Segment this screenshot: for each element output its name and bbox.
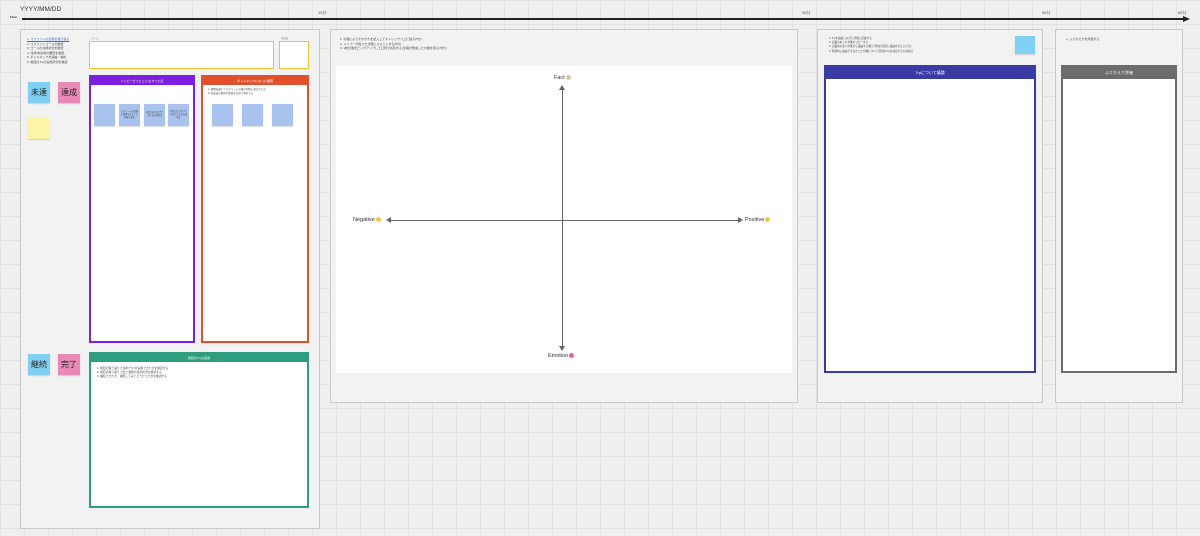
smile-face-icon: [765, 217, 771, 223]
instruction-line[interactable]: 1. スプリントの目標を振り返る: [27, 37, 69, 42]
column-try-review-title: 前回のTryの実施: [91, 354, 307, 362]
sticky-unachieved[interactable]: 未達: [28, 82, 50, 103]
sticky-blank[interactable]: [28, 118, 50, 139]
instruction-line: 2. 未達成の要因や理由を全員で共有する: [208, 92, 254, 95]
instruction-line: 6. 前回のTryの実施状況を確認: [27, 59, 68, 64]
goal-box[interactable]: [89, 41, 274, 69]
timeline-line: [22, 18, 1188, 20]
axis-arrow-left-icon: [386, 217, 391, 223]
instruction-line: 5. ボトルネックを議論・抽出: [27, 55, 67, 59]
sticky-done[interactable]: 完了: [58, 354, 80, 375]
sad-face-icon: [375, 217, 381, 223]
instruction-line: 3. 継続できたか、運用してみてどうだったかを確認する: [97, 374, 168, 379]
good-sticky[interactable]: [94, 104, 115, 126]
rate-box[interactable]: [279, 41, 309, 69]
column-good-title: ハッピーだったこと/よかった点: [91, 77, 193, 85]
horizontal-axis: [388, 220, 740, 221]
note-sticky[interactable]: [1015, 36, 1035, 54]
timeline-tick-60: 60分: [1178, 10, 1187, 15]
axis-label-positive-text: Positive: [745, 217, 765, 223]
instruction-line: 3. ゴールの達成状況を確認: [27, 46, 64, 50]
axis-label-emotion-text: Emotion: [548, 353, 569, 359]
try-review-instructions: 1. 前回の振り返りで決めたTryが実施できたかを確認する 2. 前回の振り返り…: [97, 366, 168, 379]
thinking-emoji-icon: [565, 75, 571, 81]
axis-arrow-right-icon: [738, 217, 743, 223]
axis-label-fact: Fact: [554, 75, 571, 81]
good-sticky[interactable]: スプリントの目標に貢献できたことを振り返る: [119, 104, 140, 126]
timeline-tick-15: 15分: [318, 10, 327, 15]
matrix-instructions: 1. 付箋によりそれぞれを記入してマトリックス上に貼る(5分) 2. メンバーが…: [340, 37, 447, 51]
column-evaluation-title: ふりかえり評価: [1063, 67, 1175, 79]
sticky-continue[interactable]: 継続: [28, 354, 50, 375]
instruction-line: 3. 記載者の多い付箋から議論する(終了時刻の目安に議論を打ち上げる): [829, 45, 912, 49]
column-bottleneck-title: ボトルネックになった要因: [203, 77, 307, 85]
axis-label-fact-text: Fact: [554, 75, 565, 81]
timeline-tick-55: 55分: [1042, 10, 1051, 15]
axis-label-positive: Positive: [745, 217, 771, 223]
sticky-achieved[interactable]: 達成: [58, 82, 80, 103]
good-sticky[interactable]: 予定どおり完了できなかったものは何か: [168, 104, 189, 126]
try-instructions: 1. Tryを議論しながら付箋に記載する 2. 記載のあった付箋をコピーする 3…: [829, 37, 913, 54]
timeline-label: Flow: [10, 15, 17, 19]
column-evaluation[interactable]: ふりかえり評価: [1061, 65, 1177, 373]
bottleneck-sticky[interactable]: [212, 104, 233, 126]
evaluation-instructions: 1. ふりかえりを評価する: [1066, 37, 1099, 42]
instruction-line: 1. ふりかえりを評価する: [1066, 37, 1100, 41]
column-try[interactable]: Tryについて議論: [824, 65, 1036, 373]
heart-emoji-icon: [569, 353, 575, 359]
timeline-tick-35: 35分: [802, 10, 811, 15]
axis-arrow-up-icon: [559, 85, 565, 90]
axis-label-negative: Negative: [353, 217, 381, 223]
axis-label-negative-text: Negative: [353, 217, 375, 223]
column-try-title: Tryについて議論: [826, 67, 1034, 79]
review-instructions: 1. スプリントの目標を振り返る 2. スプリントゴールの確認 3. ゴールの達…: [27, 37, 69, 64]
vertical-axis: [562, 86, 563, 348]
axis-label-emotion: Emotion: [548, 353, 575, 359]
bottleneck-sticky[interactable]: [242, 104, 263, 126]
axis-arrow-down-icon: [559, 346, 565, 351]
bottleneck-instructions: 1. 期間を通じてスプリント計画が実際に満たせたか 2. 未達成の要因や理由を全…: [208, 88, 266, 96]
good-sticky[interactable]: 予定どおり完了できたものは何か: [144, 104, 165, 126]
timeline-arrow-icon: [1183, 15, 1190, 22]
instruction-line: 3. 1枚付箋をピックアップして口頭で共有する(全員が発言した付箋を見る(5分)…: [340, 46, 447, 50]
bottleneck-sticky[interactable]: [272, 104, 293, 126]
instruction-line: 4. 時間内に議論できなかった付箋について次回のTryを決定するか決める: [829, 49, 914, 53]
board-date: YYYY/MM/DD: [20, 6, 62, 13]
